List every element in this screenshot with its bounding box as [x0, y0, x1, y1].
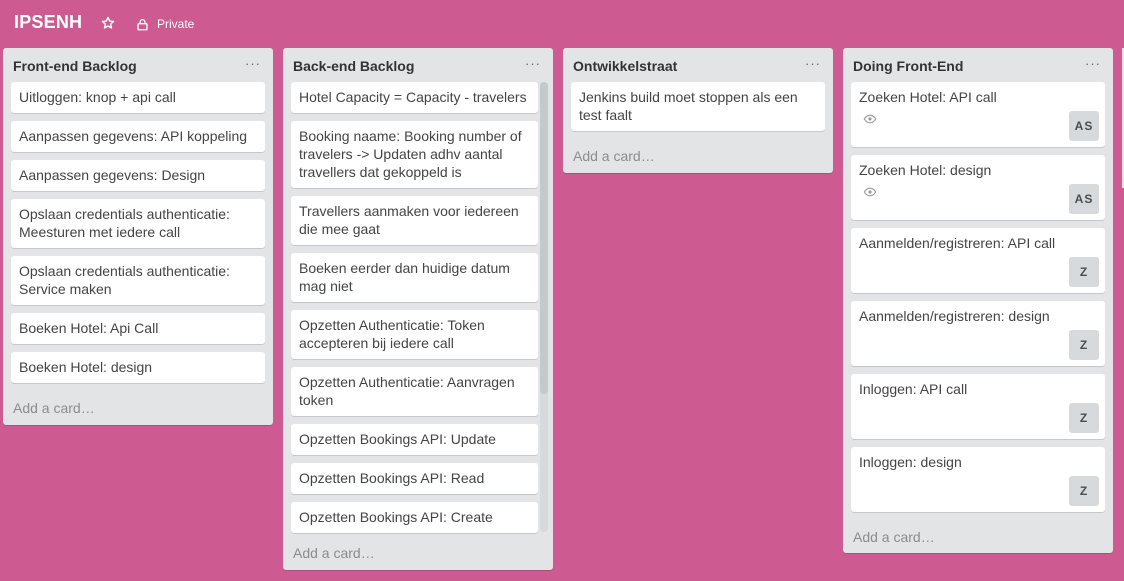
card-title: Zoeken Hotel: API call	[859, 89, 997, 105]
add-card-button[interactable]: Add a card…	[853, 529, 935, 545]
card-title: Opzetten Bookings API: Create	[299, 509, 493, 525]
list-menu-button[interactable]: ···	[525, 56, 541, 71]
member-avatar[interactable]: AS	[1069, 184, 1099, 214]
list-header: Ontwikkelstraat ···	[563, 48, 833, 82]
card[interactable]: Boeken Hotel: design	[11, 352, 265, 383]
card[interactable]: Opzetten Bookings API: Create	[291, 502, 538, 533]
add-card-button[interactable]: Add a card…	[13, 400, 95, 416]
eye-icon	[863, 187, 877, 197]
card-title: Aanmelden/registreren: API call	[859, 235, 1056, 251]
card-title: Aanpassen gegevens: API koppeling	[19, 128, 248, 144]
card[interactable]: Aanmelden/registreren: API call Z	[851, 228, 1105, 293]
card[interactable]: Boeken eerder dan huidige datum mag niet	[291, 253, 538, 302]
card-title: Boeken eerder dan huidige datum mag niet	[299, 260, 510, 294]
card-title: Aanpassen gegevens: Design	[19, 167, 206, 183]
card[interactable]: Aanpassen gegevens: API koppeling	[11, 121, 265, 152]
card-title: Opzetten Bookings API: Update	[299, 431, 496, 447]
card[interactable]: Travellers aanmaken voor iedereen die me…	[291, 196, 538, 245]
card-title: Boeken Hotel: design	[19, 359, 153, 375]
list-front-end-backlog: Front-end Backlog ··· Uitloggen: knop + …	[3, 48, 273, 425]
list-title[interactable]: Back-end Backlog	[293, 58, 414, 74]
card-title: Opzetten Bookings API: Read	[299, 470, 485, 486]
card-title: Hotel Capacity = Capacity - travelers	[299, 89, 527, 105]
card[interactable]: Booking naame: Booking number of travele…	[291, 121, 538, 188]
card-title: Aanmelden/registreren: design	[859, 308, 1050, 324]
card[interactable]: Hotel Capacity = Capacity - travelers	[291, 82, 538, 113]
card-title: Uitloggen: knop + api call	[19, 89, 176, 105]
card[interactable]: Opzetten Bookings API: Update	[291, 424, 538, 455]
visibility-label: Private	[157, 17, 195, 31]
board-title[interactable]: IPSENH	[14, 12, 82, 33]
card[interactable]: Uitloggen: knop + api call	[11, 82, 265, 113]
card[interactable]: Inloggen: design Z	[851, 447, 1105, 512]
board-header: IPSENH Private	[0, 0, 1124, 48]
card[interactable]: Opzetten Bookings API: Read	[291, 463, 538, 494]
card[interactable]: Jenkins build moet stoppen als een test …	[571, 82, 825, 131]
card[interactable]: Boeken Hotel: Api Call	[11, 313, 265, 344]
member-avatar[interactable]: AS	[1069, 111, 1099, 141]
lock-icon	[137, 18, 148, 30]
eye-icon	[863, 114, 877, 124]
list-ontwikkelstraat: Ontwikkelstraat ··· Jenkins build moet s…	[563, 48, 833, 173]
card[interactable]: Opslaan credentials authenticatie: Meest…	[11, 199, 265, 248]
card-title: Opzetten Authenticatie: Aanvragen token	[299, 374, 515, 408]
list-title[interactable]: Ontwikkelstraat	[573, 58, 677, 74]
card-title: Inloggen: design	[859, 454, 962, 470]
visibility-button[interactable]: Private	[136, 16, 194, 32]
list-menu-button[interactable]: ···	[1085, 56, 1101, 71]
list-title[interactable]: Doing Front-End	[853, 58, 963, 74]
scrollbar-thumb[interactable]	[540, 82, 548, 394]
card-title: Travellers aanmaken voor iedereen die me…	[299, 203, 519, 237]
card-title: Opslaan credentials authenticatie: Meest…	[19, 206, 230, 240]
card-title: Booking naame: Booking number of travele…	[299, 128, 522, 180]
star-icon[interactable]	[100, 15, 116, 31]
list-menu-button[interactable]: ···	[245, 56, 261, 71]
list-header: Doing Front-End ···	[843, 48, 1113, 82]
member-avatar[interactable]: Z	[1069, 403, 1099, 433]
member-avatar[interactable]: Z	[1069, 476, 1099, 506]
list-title[interactable]: Front-end Backlog	[13, 58, 137, 74]
card[interactable]: Zoeken Hotel: design AS	[851, 155, 1105, 220]
list-doing-front-end: Doing Front-End ··· Zoeken Hotel: API ca…	[843, 48, 1113, 553]
add-card-button[interactable]: Add a card…	[573, 148, 655, 164]
list-menu-button[interactable]: ···	[805, 56, 821, 71]
card[interactable]: Opzetten Authenticatie: Token accepteren…	[291, 310, 538, 359]
card[interactable]: Aanmelden/registreren: design Z	[851, 301, 1105, 366]
card-title: Inloggen: API call	[859, 381, 968, 397]
member-avatar[interactable]: Z	[1069, 257, 1099, 287]
card[interactable]: Opslaan credentials authenticatie: Servi…	[11, 256, 265, 305]
card[interactable]: Aanpassen gegevens: Design	[11, 160, 265, 191]
card-title: Jenkins build moet stoppen als een test …	[579, 89, 798, 123]
add-card-button[interactable]: Add a card…	[293, 545, 375, 561]
card[interactable]: Inloggen: API call Z	[851, 374, 1105, 439]
card-title: Opslaan credentials authenticatie: Servi…	[19, 263, 230, 297]
list-header: Front-end Backlog ···	[3, 48, 273, 82]
list-back-end-backlog: Back-end Backlog ··· Hotel Capacity = Ca…	[283, 48, 553, 570]
card-title: Opzetten Authenticatie: Token accepteren…	[299, 317, 485, 351]
card[interactable]: Zoeken Hotel: API call AS	[851, 82, 1105, 147]
card-title: Boeken Hotel: Api Call	[19, 320, 159, 336]
card[interactable]: Opzetten Authenticatie: Aanvragen token	[291, 367, 538, 416]
member-avatar[interactable]: Z	[1069, 330, 1099, 360]
list-header: Back-end Backlog ···	[283, 48, 553, 82]
card-title: Zoeken Hotel: design	[859, 162, 992, 178]
